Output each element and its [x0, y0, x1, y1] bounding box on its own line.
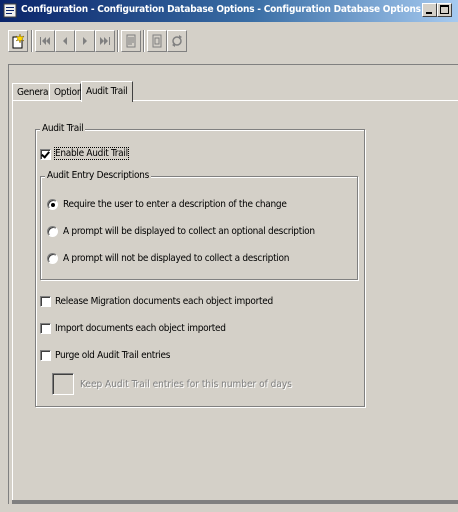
print-button[interactable]: [121, 30, 141, 52]
keep-days-input[interactable]: [52, 373, 74, 395]
tab-options[interactable]: Options: [49, 83, 87, 101]
toolbar-separator: [117, 30, 119, 52]
purge-entries-label: Purge old Audit Trail entries: [55, 350, 171, 361]
toolbar: [0, 22, 458, 62]
import-documents-checkbox[interactable]: [40, 323, 51, 334]
enable-audit-trail-label: Enable Audit Trail: [54, 147, 129, 160]
radio-button[interactable]: [47, 226, 58, 237]
maximize-button[interactable]: [437, 3, 452, 17]
audit-trail-group: Audit Trail Enable Audit Trail Audit Ent…: [35, 123, 365, 407]
tab-audit-trail[interactable]: Audit Trail: [81, 81, 133, 102]
properties-icon: [152, 34, 162, 48]
radio-button[interactable]: [47, 253, 58, 264]
release-migration-label: Release Migration documents each object …: [55, 296, 273, 307]
radio-label: A prompt will be displayed to collect an…: [63, 226, 315, 237]
title-bar[interactable]: Configuration - Configuration Database O…: [0, 0, 458, 22]
toolbar-separator: [31, 30, 33, 52]
next-record-icon: [83, 37, 87, 45]
audit-trail-panel: Audit Trail Enable Audit Trail Audit Ent…: [12, 100, 458, 504]
new-record-icon: [12, 34, 25, 49]
first-record-icon: [40, 37, 50, 45]
purge-entries-checkbox[interactable]: [40, 350, 51, 361]
refresh-icon: [172, 35, 182, 47]
audit-trail-group-label: Audit Trail: [40, 123, 86, 134]
audit-entry-descriptions-label: Audit Entry Descriptions: [45, 170, 151, 181]
window-title: Configuration - Configuration Database O…: [21, 4, 421, 15]
first-record-button[interactable]: [35, 30, 55, 52]
last-record-icon: [100, 37, 110, 45]
radio-label: A prompt will not be displayed to collec…: [63, 253, 290, 264]
radio-button[interactable]: [47, 199, 58, 210]
status-strip: [12, 500, 458, 504]
enable-audit-trail-checkbox[interactable]: [40, 149, 51, 160]
refresh-button[interactable]: [167, 30, 187, 52]
previous-record-icon: [63, 37, 67, 45]
properties-button[interactable]: [147, 30, 167, 52]
last-record-button[interactable]: [95, 30, 115, 52]
new-record-button[interactable]: [8, 30, 28, 52]
previous-record-button[interactable]: [55, 30, 75, 52]
configuration-window: Configuration - Configuration Database O…: [0, 0, 458, 512]
next-record-button[interactable]: [75, 30, 95, 52]
keep-days-label: Keep Audit Trail entries for this number…: [80, 379, 292, 390]
print-icon: [126, 34, 136, 48]
tab-general[interactable]: General: [12, 83, 51, 101]
audit-entry-descriptions-group: Audit Entry Descriptions Require the use…: [40, 170, 358, 280]
app-icon: [3, 3, 17, 18]
import-documents-label: Import documents each object imported: [55, 323, 226, 334]
radio-label: Require the user to enter a description …: [63, 199, 287, 210]
release-migration-checkbox[interactable]: [40, 296, 51, 307]
toolbar-separator: [143, 30, 145, 52]
minimize-button[interactable]: [422, 3, 437, 17]
